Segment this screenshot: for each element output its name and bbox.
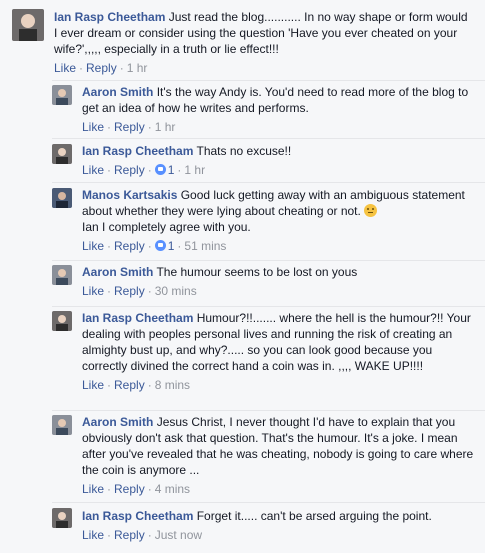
like-button[interactable]: Like <box>82 482 104 496</box>
separator: · <box>107 163 112 177</box>
like-button[interactable]: Like <box>82 239 104 253</box>
separator: · <box>147 528 152 542</box>
comment-author[interactable]: Ian Rasp Cheetham <box>82 311 193 325</box>
comment-reply: Ian Rasp Cheetham Forget it..... can't b… <box>52 502 485 553</box>
separator: · <box>147 163 152 177</box>
separator: · <box>147 482 152 496</box>
separator: · <box>107 239 112 253</box>
reply-button[interactable]: Reply <box>114 528 145 542</box>
comment-actions: Like · Reply · 4 mins <box>82 481 477 497</box>
separator: · <box>107 284 112 298</box>
reply-button[interactable]: Reply <box>114 482 145 496</box>
comment-timestamp[interactable]: 51 mins <box>184 239 226 253</box>
comment-text: Thats no excuse!! <box>196 144 292 158</box>
comment-text: The humour seems to be lost on yous <box>156 265 358 279</box>
reply-button[interactable]: Reply <box>114 239 145 253</box>
comment-timestamp[interactable]: 1 hr <box>155 120 176 134</box>
comment-author[interactable]: Ian Rasp Cheetham <box>82 509 193 523</box>
comment-author[interactable]: Aaron Smith <box>82 85 153 99</box>
comment-author[interactable]: Manos Kartsakis <box>82 188 177 202</box>
separator: · <box>147 239 152 253</box>
separator: · <box>147 284 152 298</box>
comment-actions: Like · Reply · 1 · 51 mins <box>82 238 477 254</box>
comment-text: Forget it..... can't be arsed arguing th… <box>196 509 432 523</box>
comment-reply: Ian Rasp Cheetham Thats no excuse!! Like… <box>52 138 485 182</box>
separator: · <box>107 482 112 496</box>
comment-reply: Aaron Smith Jesus Christ, I never though… <box>52 410 485 502</box>
comment-actions: Like · Reply · 1 hr <box>82 119 477 135</box>
separator: · <box>107 378 112 392</box>
comment-timestamp[interactable]: 4 mins <box>155 482 190 496</box>
comment-timestamp[interactable]: 1 hr <box>127 61 148 75</box>
like-button[interactable]: Like <box>82 528 104 542</box>
like-button[interactable]: Like <box>54 61 76 75</box>
separator: · <box>119 61 124 75</box>
avatar[interactable] <box>52 85 72 105</box>
separator: · <box>177 163 182 177</box>
comment-reply: Ian Rasp Cheetham Humour?!!....... where… <box>52 306 485 410</box>
separator: · <box>177 239 182 253</box>
avatar[interactable] <box>52 415 72 435</box>
avatar[interactable] <box>52 188 72 208</box>
comment-actions: Like · Reply · 1 · 1 hr <box>82 162 477 178</box>
reply-button[interactable]: Reply <box>114 378 145 392</box>
smile-emoji-icon <box>364 204 378 217</box>
comment-timestamp[interactable]: 1 hr <box>184 163 205 177</box>
avatar[interactable] <box>12 9 44 41</box>
like-button[interactable]: Like <box>82 120 104 134</box>
avatar[interactable] <box>52 508 72 528</box>
separator: · <box>147 120 152 134</box>
thumbs-up-icon[interactable] <box>154 240 166 251</box>
like-button[interactable]: Like <box>82 284 104 298</box>
separator: · <box>79 61 84 75</box>
reply-button[interactable]: Reply <box>114 120 145 134</box>
avatar[interactable] <box>52 144 72 164</box>
comment-reply: Aaron Smith It's the way Andy is. You'd … <box>52 80 485 138</box>
comment-author[interactable]: Aaron Smith <box>82 265 153 279</box>
comment-timestamp[interactable]: 8 mins <box>155 378 190 392</box>
reply-button[interactable]: Reply <box>114 284 145 298</box>
reply-button[interactable]: Reply <box>86 61 117 75</box>
comment-reply: Manos Kartsakis Good luck getting away w… <box>52 182 485 260</box>
comment-actions: Like · Reply · 30 mins <box>82 283 477 299</box>
like-button[interactable]: Like <box>82 163 104 177</box>
separator: · <box>107 120 112 134</box>
reply-button[interactable]: Reply <box>114 163 145 177</box>
like-button[interactable]: Like <box>82 378 104 392</box>
comment-top-level: Ian Rasp Cheetham Just read the blog....… <box>0 0 485 80</box>
separator: · <box>107 528 112 542</box>
comment-thread: Ian Rasp Cheetham Just read the blog....… <box>0 0 485 553</box>
separator: · <box>147 378 152 392</box>
comment-author[interactable]: Ian Rasp Cheetham <box>82 144 193 158</box>
comment-actions: Like · Reply · 8 mins <box>82 377 477 393</box>
comment-actions: Like · Reply · 1 hr <box>54 60 474 76</box>
comment-timestamp[interactable]: 30 mins <box>155 284 197 298</box>
comment-text-line2: Ian I completely agree with you. <box>82 220 251 234</box>
avatar[interactable] <box>52 265 72 285</box>
comment-reply: Aaron Smith The humour seems to be lost … <box>52 260 485 306</box>
comment-author[interactable]: Ian Rasp Cheetham <box>54 10 165 24</box>
comment-actions: Like · Reply · Just now <box>82 527 477 543</box>
avatar[interactable] <box>52 311 72 331</box>
thumbs-up-icon[interactable] <box>154 164 166 175</box>
comment-author[interactable]: Aaron Smith <box>82 415 153 429</box>
comment-timestamp[interactable]: Just now <box>155 528 202 542</box>
